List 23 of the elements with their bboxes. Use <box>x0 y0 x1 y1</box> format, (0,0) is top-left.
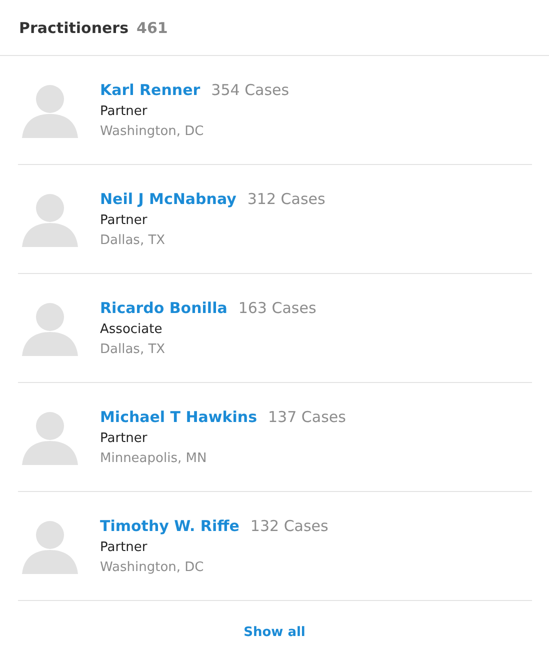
practitioner-name[interactable]: Karl Renner <box>100 81 200 99</box>
practitioner-name[interactable]: Timothy W. Riffe <box>100 517 240 535</box>
practitioner-name[interactable]: Neil J McNabnay <box>100 190 236 208</box>
practitioner-role: Associate <box>100 322 164 337</box>
practitioner-location: Dallas, TX <box>100 342 166 357</box>
show-all-link[interactable]: Show all <box>244 624 306 640</box>
case-count: 137 Cases <box>268 408 346 426</box>
practitioner-count: 461 <box>136 18 168 36</box>
case-count: 163 Cases <box>238 299 316 317</box>
case-count: 312 Cases <box>247 190 326 208</box>
practitioner-role: Partner <box>100 213 148 228</box>
practitioner-location: Minneapolis, MN <box>100 451 208 466</box>
practitioner-name[interactable]: Michael T Hawkins <box>100 408 258 426</box>
practitioner-location: Washington, DC <box>100 560 205 575</box>
panel-title: Practitioners <box>19 18 129 36</box>
practitioner-role: Partner <box>100 540 148 555</box>
practitioner-location: Dallas, TX <box>100 233 166 248</box>
practitioner-name[interactable]: Ricardo Bonilla <box>100 299 228 317</box>
practitioner-location: Washington, DC <box>100 124 205 139</box>
case-count: 132 Cases <box>250 517 328 535</box>
practitioner-role: Partner <box>100 431 148 446</box>
case-count: 354 Cases <box>211 81 290 99</box>
practitioner-role: Partner <box>100 104 148 119</box>
